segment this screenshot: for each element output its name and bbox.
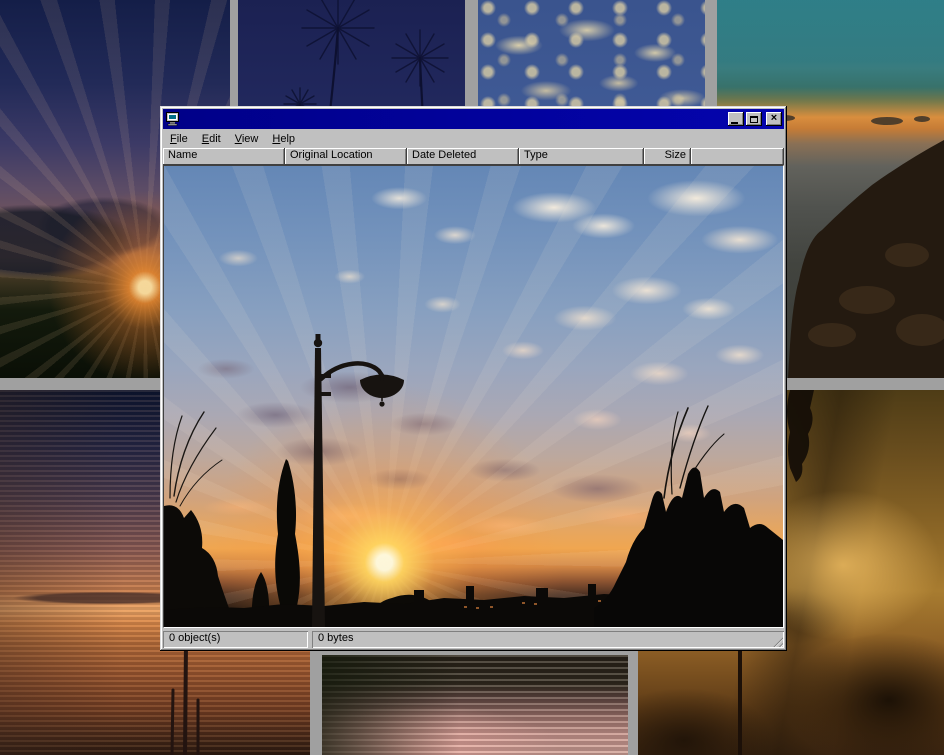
minimize-button[interactable] [728, 112, 744, 126]
resize-grip[interactable] [771, 635, 783, 647]
column-header-date-deleted[interactable]: Date Deleted [407, 148, 519, 165]
status-bar: 0 object(s) 0 bytes [163, 628, 784, 648]
maximize-button[interactable] [746, 112, 762, 126]
menu-view[interactable]: View [228, 131, 266, 147]
column-header-blank[interactable] [691, 148, 784, 165]
recycle-bin-window: × File Edit View Help Name Original Loca… [160, 106, 787, 651]
status-total-size: 0 bytes [312, 631, 784, 648]
status-object-count: 0 object(s) [163, 631, 308, 648]
column-header-type[interactable]: Type [519, 148, 644, 165]
minimize-icon [731, 122, 738, 124]
computer-icon [165, 111, 181, 127]
menu-bar: File Edit View Help [163, 129, 784, 148]
column-header-row: Name Original Location Date Deleted Type… [163, 148, 784, 165]
window-titlebar[interactable]: × [163, 109, 784, 129]
column-header-size[interactable]: Size [644, 148, 691, 165]
menu-help[interactable]: Help [265, 131, 302, 147]
wallpaper-photo-water-reflections [322, 655, 628, 755]
menu-file[interactable]: File [163, 131, 195, 147]
sunset-silhouettes-art [164, 166, 783, 627]
menu-edit[interactable]: Edit [195, 131, 228, 147]
column-header-name[interactable]: Name [163, 148, 285, 165]
desktop: { "window": { "title": "", "titlebar_ico… [0, 0, 944, 755]
column-header-original-location[interactable]: Original Location [285, 148, 407, 165]
file-list-area[interactable] [163, 165, 784, 628]
maximize-icon [750, 116, 758, 123]
close-button[interactable]: × [766, 112, 782, 126]
close-icon: × [771, 113, 777, 124]
sunset-photo-background [164, 166, 783, 627]
